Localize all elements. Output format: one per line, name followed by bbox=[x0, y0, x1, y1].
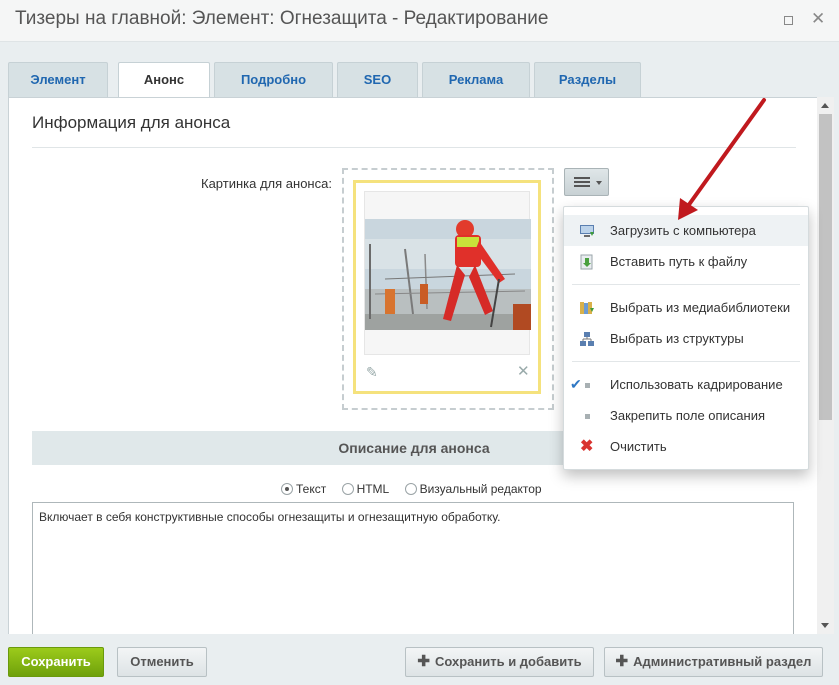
mode-html-label: HTML bbox=[356, 482, 390, 496]
menu-item-use-cropping[interactable]: ✔ Использовать кадрирование bbox=[564, 369, 808, 400]
mode-text-label: Текст bbox=[296, 482, 327, 496]
chevron-down-icon bbox=[596, 181, 602, 185]
image-preview-card: ✎ ✕ bbox=[353, 180, 541, 394]
save-and-add-label: Сохранить и добавить bbox=[434, 654, 582, 669]
maximize-icon[interactable] bbox=[784, 16, 793, 25]
menu-item-medialibrary[interactable]: Выбрать из медиабиблиотеки bbox=[564, 292, 808, 323]
admin-section-button[interactable]: ✚ Административный раздел bbox=[604, 647, 823, 677]
check-icon: ✔ bbox=[570, 376, 582, 392]
preview-image bbox=[365, 219, 531, 330]
tab-advertising[interactable]: Реклама bbox=[422, 62, 530, 98]
image-menu-button[interactable] bbox=[564, 168, 609, 196]
description-mode-selector: Текст HTML Визуальный редактор bbox=[281, 482, 554, 496]
section-title: Информация для анонса bbox=[32, 113, 231, 132]
file-path-icon bbox=[580, 254, 593, 270]
image-frame bbox=[364, 191, 531, 355]
panel-scrollbar[interactable] bbox=[817, 97, 834, 634]
plus-icon: ✚ bbox=[417, 653, 430, 670]
menu-item-label: Использовать кадрирование bbox=[610, 377, 783, 392]
menu-item-label: Закрепить поле описания bbox=[610, 408, 766, 423]
menu-item-structure[interactable]: Выбрать из структуры bbox=[564, 323, 808, 354]
menu-item-clear[interactable]: ✖ Очистить bbox=[564, 431, 808, 462]
menu-item-label: Выбрать из медиабиблиотеки bbox=[610, 300, 791, 315]
menu-item-upload-from-computer[interactable]: Загрузить с компьютера bbox=[564, 215, 808, 246]
bullet-icon bbox=[585, 414, 590, 419]
radio-visual[interactable] bbox=[404, 483, 417, 495]
hamburger-icon bbox=[574, 177, 590, 187]
close-icon[interactable]: ✕ bbox=[811, 10, 825, 27]
section-divider bbox=[32, 147, 796, 148]
tab-sections[interactable]: Разделы bbox=[534, 62, 641, 98]
image-source-menu: Загрузить с компьютера Вставить путь к ф… bbox=[563, 206, 809, 470]
save-button[interactable]: Сохранить bbox=[8, 647, 104, 677]
plus-icon: ✚ bbox=[615, 653, 629, 670]
save-and-add-button[interactable]: ✚ Сохранить и добавить bbox=[405, 647, 594, 677]
mode-text-option[interactable]: Текст bbox=[281, 482, 326, 496]
scroll-up-icon[interactable] bbox=[821, 103, 829, 108]
mode-visual-label: Визуальный редактор bbox=[419, 482, 542, 496]
pencil-icon[interactable]: ✎ bbox=[366, 364, 378, 381]
cancel-button[interactable]: Отменить bbox=[117, 647, 207, 677]
description-textarea[interactable]: Включает в себя конструктивные способы о… bbox=[32, 502, 794, 634]
scroll-thumb[interactable] bbox=[819, 114, 832, 420]
window-title: Тизеры на главной: Элемент: Огнезащита -… bbox=[15, 8, 549, 29]
tab-details[interactable]: Подробно bbox=[214, 62, 333, 98]
tab-announce[interactable]: Анонс bbox=[118, 62, 210, 99]
menu-item-label: Вставить путь к файлу bbox=[610, 254, 748, 269]
remove-image-icon[interactable]: ✕ bbox=[517, 362, 530, 380]
mode-html-option[interactable]: HTML bbox=[341, 482, 390, 496]
tab-bar: Элемент Анонс Подробно SEO Реклама Разде… bbox=[0, 42, 839, 99]
radio-html[interactable] bbox=[341, 483, 354, 495]
menu-item-insert-file-path[interactable]: Вставить путь к файлу bbox=[564, 246, 808, 277]
menu-item-label: Очистить bbox=[610, 439, 667, 454]
picture-label: Картинка для анонса: bbox=[201, 176, 332, 191]
admin-section-label: Административный раздел bbox=[633, 654, 812, 669]
computer-upload-icon bbox=[580, 225, 594, 237]
tab-seo[interactable]: SEO bbox=[337, 62, 418, 98]
window-titlebar: Тизеры на главной: Элемент: Огнезащита -… bbox=[0, 0, 839, 42]
footer-toolbar: Сохранить Отменить ✚ Сохранить и добавить… bbox=[0, 634, 839, 685]
scroll-down-icon[interactable] bbox=[821, 623, 829, 628]
menu-item-label: Выбрать из структуры bbox=[610, 331, 744, 346]
bullet-icon bbox=[585, 383, 590, 388]
radio-text[interactable] bbox=[281, 483, 293, 495]
menu-item-label: Загрузить с компьютера bbox=[610, 223, 756, 238]
structure-icon bbox=[580, 332, 594, 346]
clear-icon: ✖ bbox=[580, 438, 594, 455]
tab-element[interactable]: Элемент bbox=[8, 62, 108, 98]
menu-separator bbox=[572, 361, 800, 362]
menu-item-pin-description[interactable]: Закрепить поле описания bbox=[564, 400, 808, 431]
menu-separator bbox=[572, 284, 800, 285]
mode-visual-option[interactable]: Визуальный редактор bbox=[404, 482, 542, 496]
medialibrary-icon bbox=[580, 302, 594, 314]
